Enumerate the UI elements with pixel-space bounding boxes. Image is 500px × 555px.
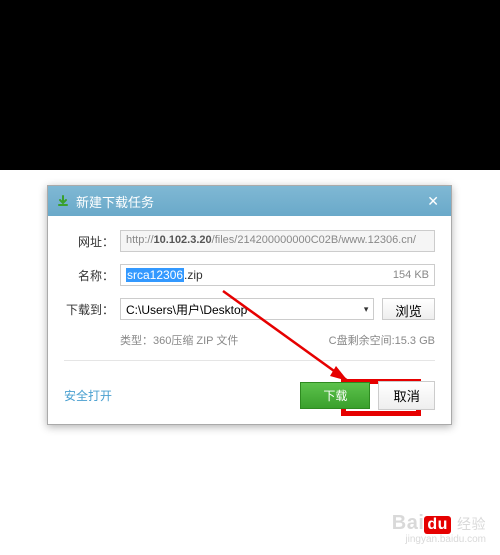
brand-du: du	[424, 516, 451, 534]
url-path: /files/214200000000C02B/www.12306.cn/	[212, 234, 416, 246]
safe-open-link[interactable]: 安全打开	[64, 387, 112, 404]
saveto-row: 下载到： C:\Users\用户\Desktop ▾ 浏览	[64, 298, 435, 320]
dialog-body: 网址： http://10.102.3.20/files/21420000000…	[48, 216, 451, 371]
url-label: 网址：	[64, 233, 114, 250]
filetype-label: 类型：360压缩 ZIP 文件	[120, 332, 238, 348]
divider	[64, 360, 435, 361]
diskspace-label: C盘剩余空间:15.3 GB	[329, 332, 435, 348]
close-icon[interactable]: ✕	[423, 193, 443, 210]
chevron-down-icon: ▾	[364, 304, 369, 315]
filesize-label: 154 KB	[393, 269, 429, 281]
dialog-footer: 安全打开 下载 取消	[48, 371, 451, 424]
download-dialog: 新建下载任务 ✕ 网址： http://10.102.3.20/files/21…	[47, 185, 452, 425]
browse-button[interactable]: 浏览	[382, 298, 435, 320]
footer-actions: 下载 取消	[300, 381, 435, 410]
download-button[interactable]: 下载	[300, 382, 370, 409]
brand-cn: 经验	[457, 516, 486, 532]
filename-selected: srca12306	[126, 268, 184, 282]
url-input[interactable]: http://10.102.3.20/files/214200000000C02…	[120, 230, 435, 252]
url-host: 10.102.3.20	[154, 234, 212, 246]
cancel-button[interactable]: 取消	[378, 381, 435, 410]
brand-url: jingyan.baidu.com	[0, 534, 486, 545]
dialog-titlebar[interactable]: 新建下载任务 ✕	[48, 186, 451, 216]
saveto-path: C:\Users\用户\Desktop	[126, 301, 247, 318]
filename-text: srca12306.zip	[126, 268, 203, 282]
brand-logo: Baidu 经验	[0, 512, 486, 535]
watermark: Baidu 经验 jingyan.baidu.com	[0, 504, 500, 555]
saveto-label: 下载到：	[64, 301, 114, 318]
info-row: 类型：360压缩 ZIP 文件 C盘剩余空间:15.3 GB	[120, 332, 435, 348]
background-black	[0, 0, 500, 170]
filename-ext: .zip	[184, 268, 203, 282]
url-row: 网址： http://10.102.3.20/files/21420000000…	[64, 230, 435, 252]
name-label: 名称：	[64, 267, 114, 284]
download-arrow-icon	[56, 194, 70, 208]
name-row: 名称： srca12306.zip 154 KB	[64, 264, 435, 286]
brand-bai: Bai	[392, 512, 425, 534]
filename-input[interactable]: srca12306.zip 154 KB	[120, 264, 435, 286]
saveto-dropdown[interactable]: C:\Users\用户\Desktop ▾	[120, 298, 374, 320]
dialog-title: 新建下载任务	[76, 192, 423, 211]
url-prefix: http://	[126, 234, 154, 246]
